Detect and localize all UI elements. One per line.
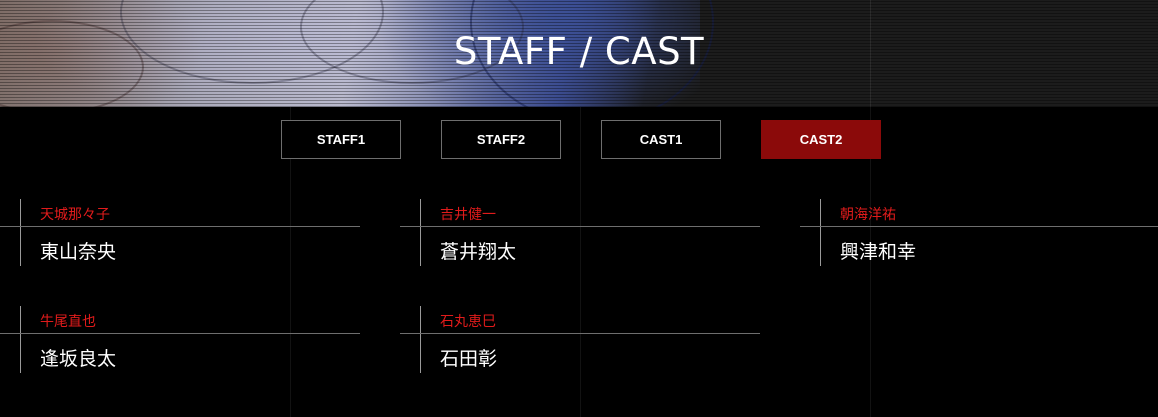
divider [0, 226, 360, 227]
tab-cast2[interactable]: CAST2 [761, 120, 881, 159]
header-banner: STAFF / CAST [0, 0, 1158, 107]
page-title: STAFF / CAST [453, 30, 705, 73]
cast-entry: 天城那々子 東山奈央 [0, 199, 360, 269]
character-name: 石丸恵巳 [440, 314, 496, 330]
tab-cast1[interactable]: CAST1 [601, 120, 721, 159]
cast-entry: 朝海洋祐 興津和幸 [800, 199, 1158, 269]
divider [0, 333, 360, 334]
cast-entry: 吉井健一 蒼井翔太 [400, 199, 760, 269]
divider [20, 199, 21, 266]
character-name: 牛尾直也 [40, 314, 96, 330]
cast-entry: 牛尾直也 逢坂良太 [0, 306, 360, 376]
voice-actor-name: 興津和幸 [840, 241, 917, 263]
divider [20, 306, 21, 373]
voice-actor-name: 東山奈央 [40, 241, 117, 263]
divider [820, 199, 821, 266]
divider [400, 226, 760, 227]
character-name: 天城那々子 [40, 207, 110, 223]
tab-staff1[interactable]: STAFF1 [281, 120, 401, 159]
character-name: 朝海洋祐 [840, 207, 896, 223]
voice-actor-name: 逢坂良太 [40, 348, 117, 370]
page: STAFF / CAST STAFF1 STAFF2 CAST1 CAST2 天… [0, 0, 1158, 417]
voice-actor-name: 蒼井翔太 [440, 241, 517, 263]
tab-bar: STAFF1 STAFF2 CAST1 CAST2 [0, 120, 1158, 159]
voice-actor-name: 石田彰 [440, 348, 498, 370]
divider [400, 333, 760, 334]
divider [420, 199, 421, 266]
tab-staff2[interactable]: STAFF2 [441, 120, 561, 159]
character-name: 吉井健一 [440, 207, 496, 223]
divider [800, 226, 1158, 227]
cast-entry: 石丸恵巳 石田彰 [400, 306, 760, 376]
divider [420, 306, 421, 373]
